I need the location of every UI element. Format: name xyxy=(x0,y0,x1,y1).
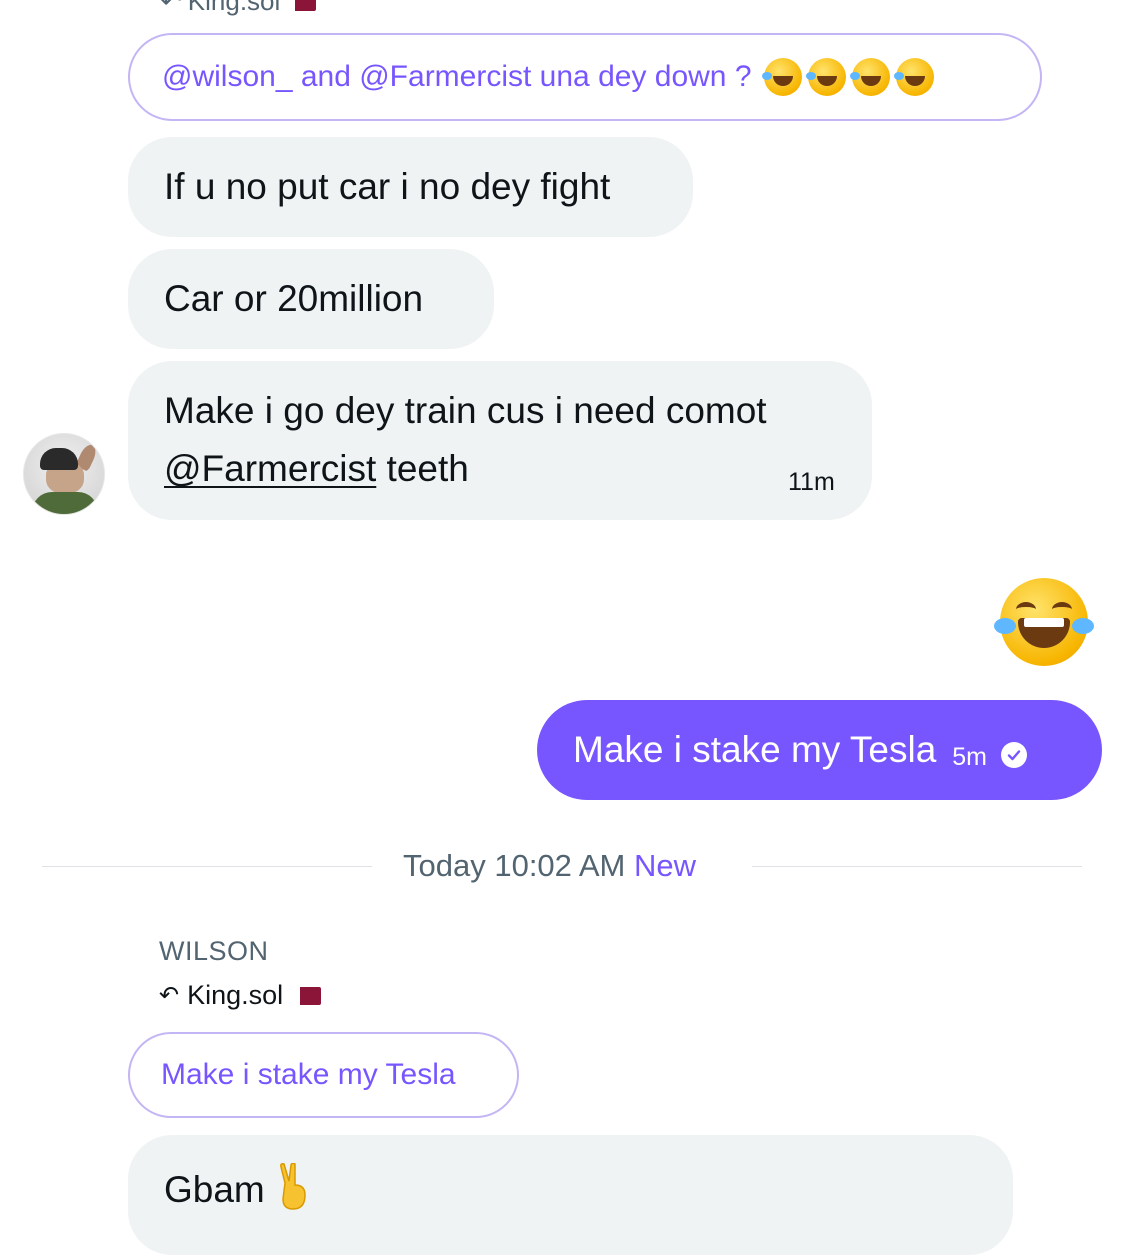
reply-to-name: King.sol xyxy=(187,0,281,16)
reply-quote-text: @wilson_ and @Farmercist una dey down ? xyxy=(162,60,752,93)
date-divider: Today 10:02 AM New xyxy=(403,848,696,884)
divider-line-left xyxy=(42,866,372,867)
message-text: Gbam xyxy=(164,1169,265,1210)
rolling-laughing-emoji xyxy=(805,58,846,96)
new-label: New xyxy=(633,848,696,883)
reply-arrow-icon: ↶ xyxy=(160,0,182,16)
message-text: Make i stake my Tesla xyxy=(573,729,937,770)
message-text-line2: @Farmercist teeth xyxy=(164,440,836,498)
reply-to-name: King.sol xyxy=(187,980,284,1010)
emoji-group xyxy=(761,58,934,96)
victory-hand-emoji xyxy=(275,1162,313,1228)
date-divider-text: Today 10:02 AM xyxy=(403,848,626,883)
divider-line-right xyxy=(752,866,1082,867)
reply-indicator: ↶ King.sol xyxy=(159,980,322,1011)
message-timestamp: 5m xyxy=(952,742,988,771)
tears-of-joy-emoji[interactable] xyxy=(994,578,1094,666)
rolling-laughing-emoji xyxy=(893,58,934,96)
incoming-message[interactable]: Make i go dey train cus i need comot @Fa… xyxy=(128,361,872,520)
incoming-message[interactable]: Gbam xyxy=(128,1135,1013,1255)
top-reply-indicator: ↶ King.sol xyxy=(160,0,317,17)
incoming-message[interactable]: If u no put car i no dey fight xyxy=(128,137,693,237)
outgoing-message[interactable]: Make i stake my Tesla 5m xyxy=(537,700,1102,800)
message-text-rest: teeth xyxy=(376,448,469,489)
message-timestamp: 11m xyxy=(788,468,835,496)
sender-name: WILSON xyxy=(159,936,269,966)
sent-check-icon xyxy=(1001,742,1028,768)
message-text: Make i go dey train cus i need comot xyxy=(164,390,767,431)
mention-link[interactable]: @Farmercist xyxy=(164,448,376,489)
avatar[interactable] xyxy=(23,433,105,515)
incoming-message[interactable]: Car or 20million xyxy=(128,249,494,349)
reply-arrow-icon: ↶ xyxy=(159,982,180,1009)
reply-quote-bubble[interactable]: Make i stake my Tesla xyxy=(128,1032,519,1118)
message-text: Car or 20million xyxy=(164,278,424,319)
message-text: If u no put car i no dey fight xyxy=(164,166,611,207)
rolling-laughing-emoji xyxy=(761,58,802,96)
qatar-flag-icon xyxy=(286,0,317,11)
qatar-flag-icon xyxy=(291,986,322,1005)
reply-quote-bubble[interactable]: @wilson_ and @Farmercist una dey down ? xyxy=(128,33,1042,121)
rolling-laughing-emoji xyxy=(849,58,890,96)
reply-quote-text: Make i stake my Tesla xyxy=(161,1058,456,1091)
